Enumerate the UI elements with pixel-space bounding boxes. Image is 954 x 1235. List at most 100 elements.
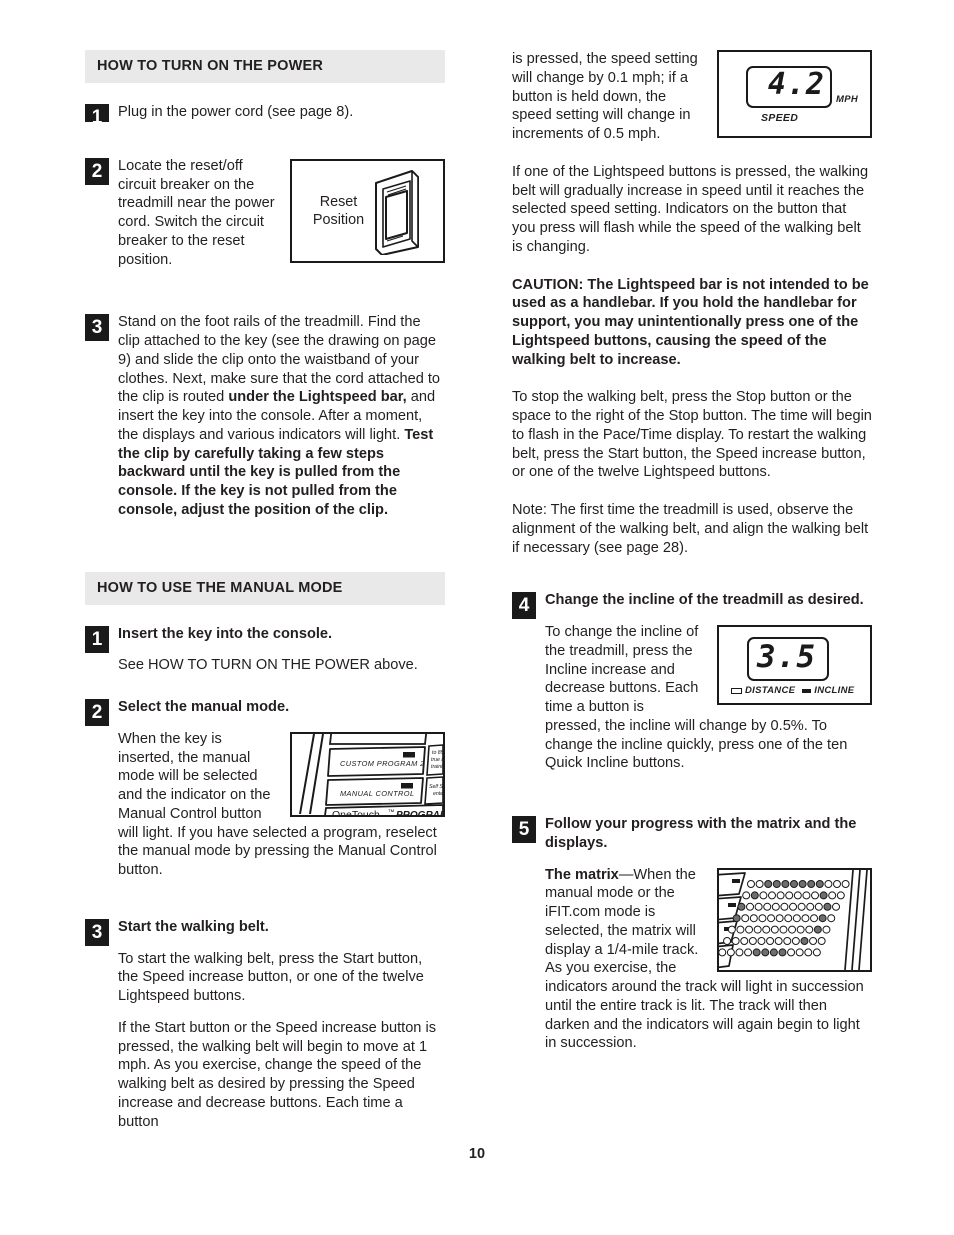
matrix-dot-lit [790, 879, 798, 888]
matrix-dot-unlit [805, 925, 814, 934]
matrix-dot-lit [800, 936, 809, 945]
matrix-dot-lit [823, 902, 832, 911]
step-number-badge: 3 [85, 918, 109, 946]
matrix-dot-lit [819, 890, 828, 899]
matrix-dot-unlit [789, 902, 798, 911]
matrix-dot-unlit [747, 879, 755, 888]
matrix-illustration [719, 869, 868, 970]
step-number-badge: 5 [512, 816, 536, 843]
incline-lcd-screen: 3.5 [747, 637, 829, 681]
matrix-dot-unlit [832, 902, 841, 911]
matrix-dot-unlit [736, 925, 745, 934]
step-title: Follow your progress with the matrix and… [545, 816, 857, 851]
matrix-dot-unlit [783, 936, 792, 945]
svg-text:PROGRAM SE: PROGRAM SE [396, 810, 443, 815]
right-column: 4.2 MPH SPEED is pressed, the speed sett… [512, 50, 872, 1081]
step-right-4: 4 Change the incline of the treadmill as… [512, 591, 872, 786]
svg-text:true inter: true inter [431, 757, 443, 763]
matrix-dot-unlit [758, 913, 767, 922]
step-body: Stand on the foot rails of the treadmill… [118, 313, 445, 519]
matrix-dot-unlit [811, 890, 820, 899]
manual-page: HOW TO TURN ON THE POWER 1 Plug in the p… [0, 0, 954, 1235]
speed-display-diagram: 4.2 MPH SPEED [717, 50, 872, 138]
step-body-1: To start the walking belt, press the Sta… [118, 950, 424, 1005]
matrix-dot-lit [764, 879, 773, 888]
matrix-dot-unlit [822, 925, 831, 934]
matrix-dot-unlit [746, 902, 755, 911]
matrix-dot-unlit [740, 936, 749, 945]
matrix-dot-unlit [742, 890, 751, 899]
matrix-dot-unlit [727, 925, 736, 934]
matrix-dot-unlit [741, 913, 750, 922]
matrix-dot-unlit [836, 890, 845, 899]
matrix-dot-unlit [787, 947, 796, 956]
matrix-dot-unlit [767, 913, 776, 922]
distance-indicator-row: DISTANCE INCLINE [731, 685, 854, 696]
matrix-dot-lit [778, 947, 787, 956]
section-heading-power: HOW TO TURN ON THE POWER [85, 50, 445, 83]
svg-text:MANUAL CONTROL: MANUAL CONTROL [340, 789, 414, 798]
matrix-dot-unlit [833, 879, 841, 888]
matrix-dot-unlit [776, 890, 785, 899]
matrix-dot-unlit [802, 890, 811, 899]
svg-text:to 85%: to 85% [432, 750, 443, 756]
matrix-dot-unlit [797, 902, 806, 911]
step-title: Change the incline of the treadmill as d… [545, 592, 864, 609]
matrix-dot-lit [752, 947, 761, 956]
step-body-2: If the Start button or the Speed increas… [118, 1019, 437, 1130]
matrix-dot-lit [798, 879, 807, 888]
matrix-dot-unlit [780, 902, 789, 911]
note-paragraph: Note: The first time the treadmill is us… [512, 502, 869, 556]
step-number-badge: 2 [85, 699, 109, 726]
matrix-dot-unlit [770, 925, 779, 934]
matrix-dot-lit [781, 879, 790, 888]
step-title: Insert the key into the console. [118, 625, 333, 642]
step-right-5: 5 Follow your progress with the matrix a… [512, 815, 872, 1066]
matrix-dot-unlit [824, 879, 833, 888]
matrix-dot-unlit [792, 913, 801, 922]
console-illustration: CUSTOM PROGRAM 2 MANUAL CONTROL OneTouch… [299, 733, 443, 815]
step-manual-2: 2 Select the manual mode. CUSTOM PROGRAM… [85, 698, 445, 893]
distance-indicator-dash [731, 687, 742, 694]
speed-value: 4.2 [767, 67, 825, 102]
step-power-1: 1 Plug in the power cord (see page 8). [85, 103, 445, 122]
step-number-badge: 3 [85, 314, 109, 342]
step-body: See HOW TO TURN ON THE POWER above. [118, 657, 418, 674]
stop-paragraph: To stop the walking belt, press the Stop… [512, 389, 872, 481]
speed-unit-label: MPH [836, 94, 859, 105]
step-power-2: 2 Reset Position Locate the reset/off ci… [85, 157, 445, 283]
matrix-dot-unlit [749, 913, 758, 922]
matrix-dot-unlit [810, 913, 819, 922]
matrix-dot-unlit [814, 902, 823, 911]
matrix-dot-unlit [763, 902, 772, 911]
matrix-dot-unlit [796, 925, 805, 934]
matrix-dot-unlit [785, 890, 794, 899]
matrix-dot-unlit [766, 936, 775, 945]
matrix-dot-lit [813, 925, 822, 934]
step-number-badge: 1 [85, 625, 109, 653]
step-power-3: 3 Stand on the foot rails of the treadmi… [85, 313, 445, 519]
matrix-dot-unlit [759, 890, 768, 899]
svg-text:enter ta: enter ta [433, 791, 443, 797]
section-heading-manual-mode: HOW TO USE THE MANUAL MODE [85, 571, 445, 605]
matrix-dot-unlit [801, 913, 810, 922]
matrix-dot-unlit [804, 947, 813, 956]
matrix-dot-lit [737, 902, 746, 911]
matrix-dot-unlit [791, 936, 800, 945]
step-number-badge: 2 [85, 157, 109, 185]
matrix-dot-unlit [841, 879, 850, 888]
svg-text:OneTouch: OneTouch [332, 809, 380, 815]
incline-indicator-dash [802, 688, 812, 693]
step-text-bold-a: under the Lightspeed bar, [228, 389, 407, 406]
caution-paragraph: CAUTION: The Lightspeed bar is not inten… [512, 276, 869, 368]
matrix-track-display-diagram [717, 867, 872, 972]
matrix-dot-unlit [774, 936, 783, 945]
continuation-block: 4.2 MPH SPEED is pressed, the speed sett… [512, 50, 872, 157]
reset-position-label: Reset Position [312, 193, 365, 228]
page-number: 10 [468, 1146, 486, 1162]
svg-text:™: ™ [388, 809, 395, 815]
circuit-breaker-switch-icon [375, 169, 420, 255]
matrix-dot-lit [761, 947, 770, 956]
matrix-dot-unlit [753, 925, 762, 934]
matrix-term: The matrix [545, 866, 619, 883]
